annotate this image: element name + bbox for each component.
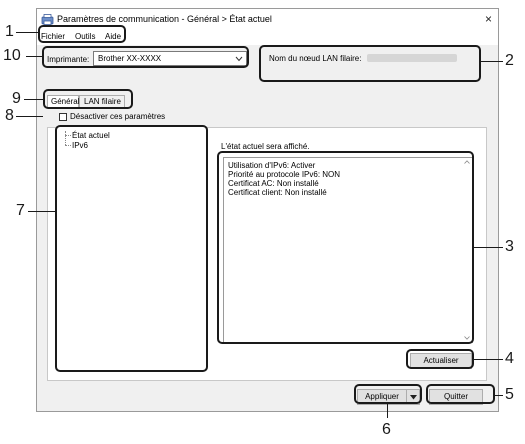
leader-line bbox=[28, 211, 55, 212]
callout-9: 9 bbox=[12, 90, 21, 107]
leader-line bbox=[26, 56, 42, 57]
callout-box-tabs bbox=[43, 89, 133, 109]
callout-box-quit bbox=[426, 384, 495, 404]
callout-2: 2 bbox=[505, 52, 514, 69]
window-title: Paramètres de communication - Général > … bbox=[57, 14, 272, 24]
callout-box-status bbox=[217, 151, 474, 344]
callout-10: 10 bbox=[3, 47, 21, 64]
callout-5: 5 bbox=[505, 386, 514, 403]
callout-box-refresh bbox=[406, 349, 474, 369]
leader-line bbox=[474, 247, 503, 248]
leader-line bbox=[16, 32, 38, 33]
callout-4: 4 bbox=[505, 350, 514, 367]
callout-box-apply bbox=[354, 384, 422, 404]
status-heading: L'état actuel sera affiché. bbox=[221, 142, 310, 151]
leader-line bbox=[24, 99, 43, 100]
callout-box-printer bbox=[42, 46, 249, 68]
disable-settings-checkbox[interactable] bbox=[59, 113, 67, 121]
callout-8: 8 bbox=[5, 107, 14, 124]
disable-settings-label: Désactiver ces paramètres bbox=[70, 112, 166, 121]
callout-7: 7 bbox=[16, 202, 25, 219]
callout-6: 6 bbox=[382, 421, 391, 438]
callout-1: 1 bbox=[5, 23, 14, 40]
leader-line bbox=[495, 395, 503, 396]
callout-3: 3 bbox=[505, 238, 514, 255]
callout-box-menu bbox=[38, 25, 126, 43]
leader-line bbox=[474, 359, 503, 360]
callout-box-node bbox=[259, 45, 481, 82]
leader-line bbox=[387, 404, 388, 418]
close-icon[interactable]: × bbox=[485, 12, 492, 26]
leader-line bbox=[481, 61, 503, 62]
leader-line bbox=[16, 116, 43, 117]
callout-box-tree bbox=[55, 125, 208, 372]
